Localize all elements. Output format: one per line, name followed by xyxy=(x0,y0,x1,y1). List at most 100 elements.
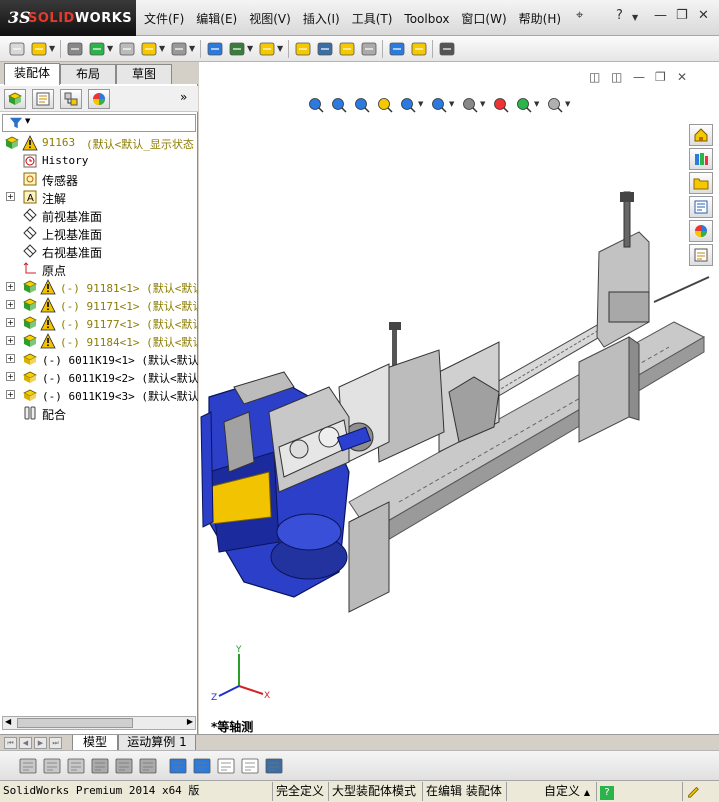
zoom-to-area-icon[interactable] xyxy=(330,96,348,114)
chevron-down-icon[interactable]: ▼ xyxy=(247,44,253,53)
tree-component[interactable]: + (-) 6011K19<2> (默认<默认 xyxy=(0,368,198,386)
prev-tab-icon[interactable]: ◀ xyxy=(19,737,32,749)
solidworks-logo[interactable]: 3S SOLIDWORKS xyxy=(0,0,136,36)
edit-component-icon[interactable] xyxy=(66,40,84,58)
zoom-to-fit-icon[interactable] xyxy=(307,96,325,114)
status-units[interactable]: 自定义 ▲ xyxy=(506,782,596,801)
exploded-view-icon[interactable] xyxy=(360,40,378,58)
tree-item-sensor[interactable]: 传感器 xyxy=(0,170,198,188)
display-style-icon[interactable] xyxy=(430,96,448,114)
chevron-down-icon[interactable]: ▼ xyxy=(449,100,454,108)
hidden-lines-removed-icon[interactable] xyxy=(66,756,86,776)
expand-toggle-icon[interactable]: + xyxy=(6,318,15,327)
chevron-down-icon[interactable]: ▼ xyxy=(480,100,485,108)
hide-show-items-icon[interactable] xyxy=(461,96,479,114)
menu-item-0[interactable]: 文件(F) xyxy=(144,10,184,27)
tree-item-plane[interactable]: 右视基准面 xyxy=(0,242,198,260)
mate-icon[interactable] xyxy=(118,40,136,58)
scrollbar-thumb[interactable] xyxy=(17,718,133,728)
bill-of-materials-icon[interactable] xyxy=(338,40,356,58)
filter-dropdown-icon[interactable]: ▼ xyxy=(25,117,30,125)
close-button[interactable]: ✕ xyxy=(698,8,709,23)
tree-item-annotation[interactable]: + A 注解 xyxy=(0,188,198,206)
viewport-restore-button[interactable]: ❐ xyxy=(655,70,666,84)
tree-item-plane[interactable]: 前视基准面 xyxy=(0,206,198,224)
new-document-icon[interactable] xyxy=(8,40,26,58)
tab-assembly[interactable]: 装配体 xyxy=(4,63,60,85)
viewport-close-button[interactable]: ✕ xyxy=(677,70,687,84)
view-settings-icon[interactable] xyxy=(546,96,564,114)
feature-tree-tab-button[interactable] xyxy=(4,89,26,109)
assembly-model[interactable] xyxy=(199,172,719,672)
task-pane-design-library[interactable] xyxy=(689,148,713,170)
rebuild-icon[interactable] xyxy=(410,40,428,58)
help-icon[interactable]: ? xyxy=(616,8,623,23)
tree-component[interactable]: + (-) 91184<1> (默认<默认 xyxy=(0,332,198,350)
menu-item-1[interactable]: 编辑(E) xyxy=(196,10,237,27)
instant3d-icon[interactable] xyxy=(388,40,406,58)
menu-item-2[interactable]: 视图(V) xyxy=(249,10,291,27)
scroll-right-icon[interactable]: ▶ xyxy=(187,717,193,726)
chevron-down-icon[interactable]: ▼ xyxy=(49,44,55,53)
first-tab-icon[interactable]: ⏮ xyxy=(4,737,17,749)
pin-icon[interactable]: ⌖ xyxy=(576,8,583,23)
tree-filter-field[interactable]: ▼ xyxy=(2,114,196,132)
options-icon[interactable] xyxy=(438,40,456,58)
tree-component[interactable]: + (-) 91171<1> (默认<默认 xyxy=(0,296,198,314)
expand-toggle-icon[interactable]: + xyxy=(6,192,15,201)
tree-component[interactable]: + (-) 6011K19<1> (默认<默认 xyxy=(0,350,198,368)
tree-component[interactable]: + (-) 6011K19<3> (默认<默认 xyxy=(0,386,198,404)
show-hidden-icon[interactable] xyxy=(228,40,246,58)
task-pane-home[interactable] xyxy=(689,124,713,146)
expand-toggle-icon[interactable]: + xyxy=(6,390,15,399)
chevron-down-icon[interactable]: ▼ xyxy=(189,44,195,53)
graphics-area[interactable]: ◫ ◫ — ❐ ✕ ▼ ▼ ▼ ▼ ▼ Y X Z *等轴测 xyxy=(199,62,719,734)
assembly-features-icon[interactable] xyxy=(258,40,276,58)
chevron-down-icon[interactable]: ▼ xyxy=(159,44,165,53)
expand-toggle-icon[interactable]: + xyxy=(6,300,15,309)
tree-item-mates[interactable]: 配合 xyxy=(0,404,198,422)
menu-item-7[interactable]: 帮助(H) xyxy=(519,10,561,27)
next-tab-icon[interactable]: ▶ xyxy=(34,737,47,749)
component-pattern-icon[interactable] xyxy=(140,40,158,58)
chevron-down-icon[interactable]: ▼ xyxy=(534,100,539,108)
menu-item-3[interactable]: 插入(I) xyxy=(303,10,340,27)
previous-view-icon[interactable] xyxy=(353,96,371,114)
tile-vertical-icon[interactable]: ◫ xyxy=(611,70,622,84)
open-file-icon[interactable] xyxy=(30,40,48,58)
last-tab-icon[interactable]: ⏭ xyxy=(49,737,62,749)
status-help[interactable]: ? xyxy=(596,782,682,801)
expand-toggle-icon[interactable]: + xyxy=(6,336,15,345)
apply-scene-icon[interactable] xyxy=(515,96,533,114)
chevron-down-icon[interactable]: ▼ xyxy=(632,13,638,22)
tree-item-plane[interactable]: 上视基准面 xyxy=(0,224,198,242)
selection-filter-icon[interactable] xyxy=(192,756,212,776)
tile-horizontal-icon[interactable]: ◫ xyxy=(589,70,600,84)
expand-toggle-icon[interactable]: + xyxy=(6,282,15,291)
status-mode[interactable]: 大型装配体模式 xyxy=(328,782,422,801)
chevron-down-icon[interactable]: ▼ xyxy=(565,100,570,108)
tab-motion-study-1[interactable]: 运动算例 1 xyxy=(118,735,196,751)
edit-appearance-icon[interactable] xyxy=(492,96,510,114)
wireframe-icon[interactable] xyxy=(18,756,38,776)
minimize-button[interactable]: — xyxy=(654,8,667,23)
view-orientation-icon[interactable] xyxy=(399,96,417,114)
chevron-down-icon[interactable]: ▼ xyxy=(107,44,113,53)
tree-root-assembly[interactable]: 91163 (默认<默认_显示状态 xyxy=(0,134,198,152)
viewport-minimize-button[interactable]: — xyxy=(633,70,645,84)
chevron-down-icon[interactable]: ▼ xyxy=(418,100,423,108)
panel-horizontal-scrollbar[interactable]: ◀ ▶ xyxy=(2,716,196,730)
scroll-left-icon[interactable]: ◀ xyxy=(5,717,11,726)
menu-item-4[interactable]: 工具(T) xyxy=(352,10,393,27)
smart-fasteners-icon[interactable] xyxy=(170,40,188,58)
shaded-with-edges-icon[interactable] xyxy=(90,756,110,776)
display-pane-icon[interactable] xyxy=(216,756,236,776)
expand-toggle-icon[interactable]: + xyxy=(6,372,15,381)
tab-layout[interactable]: 布局 xyxy=(60,64,116,84)
menu-item-6[interactable]: 窗口(W) xyxy=(461,10,506,27)
hidden-lines-visible-icon[interactable] xyxy=(42,756,62,776)
reference-geometry-icon[interactable] xyxy=(294,40,312,58)
tree-item-history[interactable]: History xyxy=(0,152,198,170)
shaded-icon[interactable] xyxy=(114,756,134,776)
tree-item-origin[interactable]: 原点 xyxy=(0,260,198,278)
